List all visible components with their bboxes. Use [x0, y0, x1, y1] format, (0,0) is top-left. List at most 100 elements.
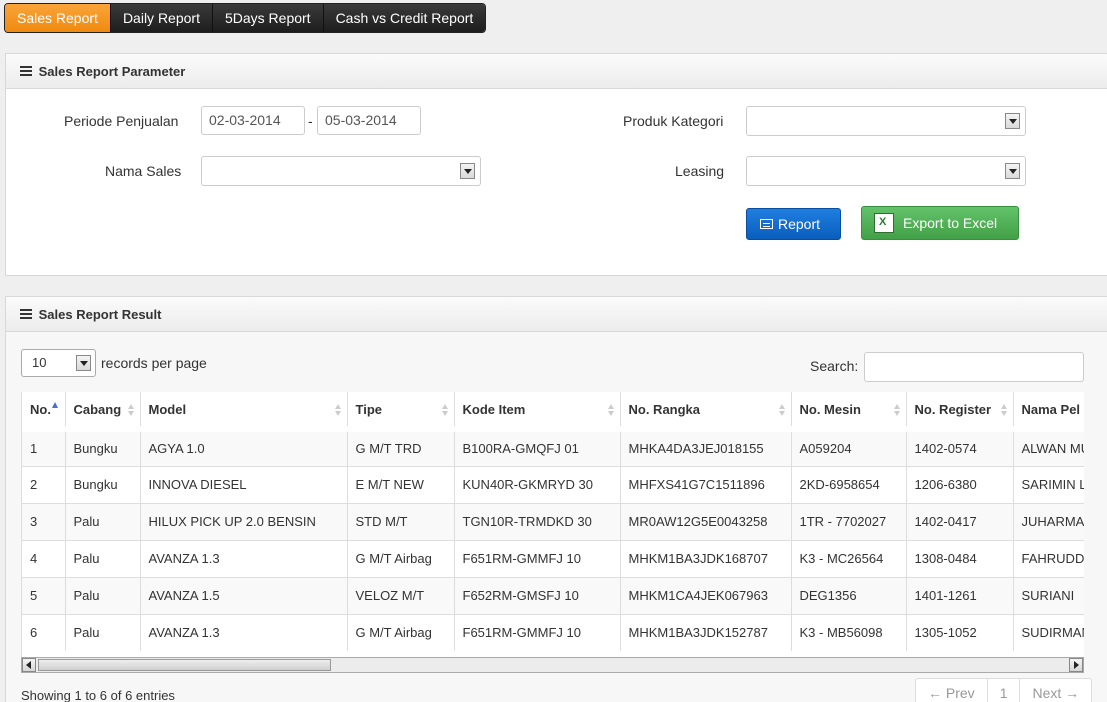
scrollbar-thumb[interactable] — [38, 659, 331, 671]
leasing-select[interactable] — [746, 156, 1026, 186]
cell-tipe: G M/T TRD — [347, 426, 455, 466]
cell-model: AVANZA 1.3 — [140, 539, 348, 577]
cell-nama-pelanggan: SARIMIN L — [1013, 465, 1084, 503]
scroll-right-icon[interactable] — [1069, 658, 1083, 672]
report-icon — [760, 219, 773, 229]
table-row[interactable]: 6 Palu AVANZA 1.3 G M/T Airbag F651RM-GMMFJ … — [22, 613, 1084, 651]
cell-no-rangka: MHKM1CA4JEK067963 — [620, 576, 792, 614]
report-button[interactable]: Report — [746, 208, 841, 240]
column-header-tipe[interactable]: Tipe — [347, 392, 455, 430]
column-header-cabang[interactable]: Cabang — [65, 392, 141, 430]
sort-asc-icon — [51, 401, 58, 408]
page-length-select[interactable]: 10 — [21, 349, 96, 377]
cell-no-register: 1402-0574 — [906, 426, 1014, 466]
sort-icon — [893, 404, 900, 416]
page-length-value: 10 — [32, 355, 47, 370]
produk-kategori-label: Produk Kategori — [623, 113, 724, 129]
search-input[interactable] — [864, 352, 1084, 382]
column-header-no-mesin[interactable]: No. Mesin — [791, 392, 907, 430]
cell-model: INNOVA DIESEL — [140, 465, 348, 503]
page-1-button[interactable]: 1 — [988, 679, 1021, 702]
list-icon — [20, 64, 32, 78]
chevron-down-icon[interactable] — [1005, 113, 1020, 129]
report-button-label: Report — [778, 216, 821, 232]
column-header-no-register[interactable]: No. Register — [906, 392, 1014, 430]
date-to-input[interactable]: 05-03-2014 — [317, 106, 421, 135]
cell-kode-item: F652RM-GMSFJ 10 — [454, 576, 621, 614]
next-page-button[interactable]: Next → — [1020, 679, 1091, 702]
table-row[interactable]: 1 Bungku AGYA 1.0 G M/T TRD B100RA-GMQFJ 01 M… — [22, 426, 1084, 466]
cell-tipe: G M/T Airbag — [347, 539, 455, 577]
results-table-container: No. Cabang Model Tipe Kode Item No. Rang… — [21, 392, 1084, 657]
table-header-row: No. Cabang Model Tipe Kode Item No. Rang… — [22, 392, 1084, 430]
cell-cabang: Palu — [65, 502, 141, 540]
table-row[interactable]: 2 Bungku INNOVA DIESEL E M/T NEW KUN40R-GKMR… — [22, 465, 1084, 503]
chevron-down-icon[interactable] — [460, 163, 475, 179]
list-icon — [20, 307, 32, 321]
cell-cabang: Bungku — [65, 465, 141, 503]
horizontal-scrollbar[interactable] — [21, 657, 1084, 673]
sales-report-parameter-panel: Sales Report Parameter Periode Penjualan… — [5, 53, 1107, 276]
records-per-page-label: records per page — [101, 355, 207, 371]
cell-nama-pelanggan: SUDIRMAN — [1013, 613, 1084, 651]
cell-no-mesin: DEG1356 — [791, 576, 907, 614]
cell-cabang: Bungku — [65, 426, 141, 466]
column-header-no-rangka[interactable]: No. Rangka — [620, 392, 792, 430]
cell-no: 5 — [22, 576, 66, 614]
cell-cabang: Palu — [65, 539, 141, 577]
chevron-down-icon[interactable] — [1005, 163, 1020, 179]
table-row[interactable]: 5 Palu AVANZA 1.5 VELOZ M/T F652RM-GMSFJ 10 M… — [22, 576, 1084, 614]
sort-icon — [778, 404, 785, 416]
column-header-model[interactable]: Model — [140, 392, 348, 430]
column-header-kode-item[interactable]: Kode Item — [454, 392, 621, 430]
result-panel-header: Sales Report Result — [6, 297, 1107, 332]
cell-no-register: 1206-6380 — [906, 465, 1014, 503]
export-to-excel-button[interactable]: Export to Excel — [861, 206, 1019, 240]
table-row[interactable]: 3 Palu HILUX PICK UP 2.0 BENSIN STD M/T TGN1… — [22, 502, 1084, 540]
cell-no-rangka: MHKM1BA3JDK168707 — [620, 539, 792, 577]
cell-no-register: 1401-1261 — [906, 576, 1014, 614]
cell-no-register: 1308-0484 — [906, 539, 1014, 577]
cell-nama-pelanggan: ALWAN MU — [1013, 426, 1084, 466]
cell-kode-item: F651RM-GMMFJ 10 — [454, 539, 621, 577]
periode-penjualan-label: Periode Penjualan — [64, 113, 179, 129]
cell-no: 4 — [22, 539, 66, 577]
cell-kode-item: F651RM-GMMFJ 10 — [454, 613, 621, 651]
prev-page-button[interactable]: ← Prev — [916, 679, 988, 702]
result-panel-title: Sales Report Result — [38, 307, 162, 322]
cell-model: HILUX PICK UP 2.0 BENSIN — [140, 502, 348, 540]
cell-tipe: G M/T Airbag — [347, 613, 455, 651]
cell-no: 2 — [22, 465, 66, 503]
nama-sales-label: Nama Sales — [105, 163, 182, 179]
cell-kode-item: TGN10R-TRMDKD 30 — [454, 502, 621, 540]
cell-no-register: 1305-1052 — [906, 613, 1014, 651]
cell-tipe: E M/T NEW — [347, 465, 455, 503]
cell-kode-item: B100RA-GMQFJ 01 — [454, 426, 621, 466]
column-header-nama-pelanggan[interactable]: Nama Pel — [1013, 392, 1084, 430]
scroll-left-icon[interactable] — [22, 658, 36, 672]
parameter-panel-header: Sales Report Parameter — [6, 54, 1107, 89]
cell-no-rangka: MHKA4DA3JEJ018155 — [620, 426, 792, 466]
tab-sales-report[interactable]: Sales Report — [5, 4, 111, 32]
cell-model: AVANZA 1.5 — [140, 576, 348, 614]
results-table-body: 1 Bungku AGYA 1.0 G M/T TRD B100RA-GMQFJ 01 M… — [22, 426, 1084, 651]
tab-5days-report[interactable]: 5Days Report — [212, 4, 324, 32]
nama-sales-select[interactable] — [201, 156, 481, 186]
tab-cash-vs-credit-report[interactable]: Cash vs Credit Report — [323, 4, 486, 32]
sort-icon — [1000, 404, 1007, 416]
cell-model: AVANZA 1.3 — [140, 613, 348, 651]
cell-nama-pelanggan: FAHRUDDI — [1013, 539, 1084, 577]
sort-icon — [607, 404, 614, 416]
cell-cabang: Palu — [65, 613, 141, 651]
sort-icon — [334, 404, 341, 416]
tab-daily-report[interactable]: Daily Report — [110, 4, 213, 32]
leasing-label: Leasing — [675, 163, 725, 179]
date-from-input[interactable]: 02-03-2014 — [201, 106, 305, 135]
chevron-down-icon[interactable] — [76, 355, 91, 371]
cell-no-rangka: MHKM1BA3JDK152787 — [620, 613, 792, 651]
table-row[interactable]: 4 Palu AVANZA 1.3 G M/T Airbag F651RM-GMMFJ … — [22, 539, 1084, 577]
cell-no-mesin: 2KD-6958654 — [791, 465, 907, 503]
column-header-no[interactable]: No. — [22, 392, 66, 430]
cell-no-mesin: A059204 — [791, 426, 907, 466]
produk-kategori-select[interactable] — [746, 106, 1026, 136]
